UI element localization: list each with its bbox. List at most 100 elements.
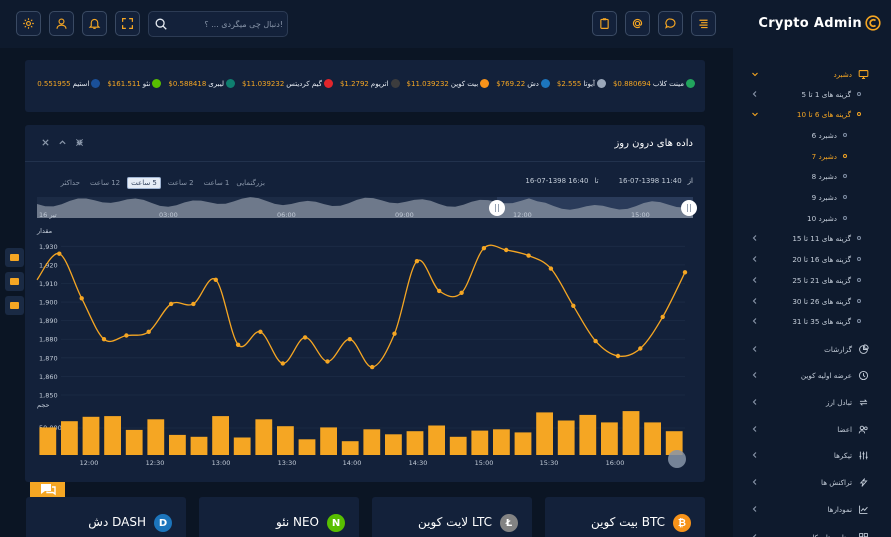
price-point <box>101 337 107 342</box>
sidebar-item-7[interactable]: دشبرد 9 <box>733 187 891 207</box>
volume-bar <box>82 416 100 455</box>
price-point <box>146 329 151 334</box>
message-icon <box>10 302 19 309</box>
ticker-item[interactable]: مینت کلاب $0.880694 <box>613 79 695 88</box>
ticker-coin-name: نئو <box>142 79 151 88</box>
brand[interactable]: Crypto Admin <box>758 13 881 33</box>
sidebar-item-19[interactable]: تراکنش ها <box>733 472 891 492</box>
side-tab-briefcase[interactable] <box>5 272 24 291</box>
sidebar-item-label: عرضه اولیه کوین <box>800 370 852 380</box>
navigator-handle-right <box>681 200 697 216</box>
chat-button[interactable] <box>658 11 683 36</box>
menu-toggle-button[interactable] <box>691 11 716 36</box>
sidebar-item-21[interactable]: برنامه های کاربردی <box>733 527 891 537</box>
sidebar-item-17[interactable]: اعضا <box>733 419 891 439</box>
chevron-left-icon <box>752 479 757 485</box>
volume-bar <box>579 414 597 455</box>
volume-bar <box>406 431 424 455</box>
sidebar-item-8[interactable]: دشبرد 10 <box>733 208 891 228</box>
coin-icon <box>390 79 400 88</box>
price-point <box>370 364 375 370</box>
sidebar-item-label: گزارشات <box>824 344 852 354</box>
sidebar-item-12[interactable]: گزینه های 26 تا 30 <box>733 291 891 311</box>
monitor-icon <box>858 69 869 79</box>
volume-bar <box>104 416 121 455</box>
sidebar-item-5[interactable]: دشبرد 7 <box>733 146 891 166</box>
sidebar-item-18[interactable]: تیکرها <box>733 445 891 465</box>
bullet-icon <box>843 174 847 178</box>
chevron-left-icon <box>752 399 757 405</box>
exchange-icon <box>859 398 868 406</box>
x-tick-label: 12:30 <box>146 459 165 467</box>
sidebar-item-20[interactable]: نمودارها <box>733 499 891 519</box>
settings-button[interactable] <box>16 11 41 36</box>
sidebar-item-label: گزینه های 16 تا 20 <box>792 254 851 264</box>
sidebar-item-13[interactable]: گزینه های 35 تا 31 <box>733 311 891 331</box>
ticker-item[interactable]: استیم 0.551955 <box>37 79 101 88</box>
ticker-coin-price: $161.511 <box>107 79 141 88</box>
search-input[interactable] <box>173 15 283 33</box>
user-button[interactable] <box>49 11 74 36</box>
ticker-item[interactable]: لیبری $0.588418 <box>168 79 235 88</box>
expand-icon <box>122 18 133 29</box>
y-tick-label: 1,880 <box>39 336 58 344</box>
fullscreen-button[interactable] <box>115 11 140 36</box>
price-point <box>437 288 442 294</box>
coin-card-title: دش DASH <box>88 515 146 529</box>
transactions-icon <box>859 477 868 487</box>
coin-stat-card[interactable]: D دش DASH <box>26 497 186 537</box>
ticker-coin-price: $0.880694 <box>612 79 651 88</box>
side-tab-chat[interactable] <box>5 296 24 315</box>
side-tab-wallet[interactable] <box>5 248 24 267</box>
ticker-item[interactable]: نئو $161.511 <box>107 79 162 88</box>
ticker-coin-name: گیم کردیتس <box>286 79 322 88</box>
price-point <box>504 247 509 253</box>
sidebar-item-16[interactable]: تبادل ارز <box>733 392 891 412</box>
coin-stat-card[interactable]: Ł لایت کوین LTC <box>372 497 532 537</box>
sidebar-item-label: تیکرها <box>833 450 852 460</box>
sidebar-item-3[interactable]: گزینه های 6 تا 10 <box>733 104 891 124</box>
ticker-item[interactable]: گیم کردیتس $11.039232 <box>242 79 333 88</box>
bullet-icon <box>857 278 861 282</box>
clipboard-button[interactable] <box>592 11 617 36</box>
sidebar-item-14[interactable]: گزارشات <box>733 339 891 359</box>
chevron-left-icon <box>752 506 757 512</box>
sidebar-item-10[interactable]: گزینه های 16 تا 20 <box>733 249 891 269</box>
ticker-row: مینت کلاب $0.880694 آیوتا $2.555 دش $769.22 بی… <box>37 79 695 88</box>
ticker-item[interactable]: آیوتا $2.555 <box>557 79 606 88</box>
coin-stat-card[interactable]: ₿ بیت کوین BTC <box>545 497 705 537</box>
sidebar-item-label: گزینه های 6 تا 10 <box>796 109 851 119</box>
sidebar-item-2[interactable]: گزینه های 1 تا 5 <box>733 84 891 104</box>
ticker-item[interactable]: اتریوم $1.2792 <box>340 79 400 88</box>
y-tick-label: 1,910 <box>39 280 58 288</box>
sidebar-item-label: دشبرد 9 <box>811 192 837 202</box>
sidebar-item-label: گزینه های 21 تا 25 <box>792 275 851 285</box>
ticker-item[interactable]: بیت کوین $11.039232 <box>407 79 490 88</box>
brand-logo-icon <box>865 15 881 31</box>
notifications-button[interactable] <box>82 11 107 36</box>
chart-icon <box>859 505 868 514</box>
ticker-item[interactable]: دش $769.22 <box>496 79 550 88</box>
volume-bar <box>449 436 467 455</box>
mail-button[interactable] <box>625 11 650 36</box>
bullet-icon <box>843 195 847 199</box>
sidebar-item-4[interactable]: دشبرد 6 <box>733 125 891 145</box>
sidebar-item-label: تبادل ارز <box>825 397 852 407</box>
sidebar-item-6[interactable]: دشبرد 8 <box>733 166 891 186</box>
sidebar-item-1[interactable]: دشبرد <box>733 64 891 84</box>
chevron-left-icon <box>752 534 757 537</box>
coin-stat-card[interactable]: N نئو NEO <box>199 497 359 537</box>
chevron-down-icon <box>752 72 758 77</box>
sidebar-item-11[interactable]: گزینه های 21 تا 25 <box>733 270 891 290</box>
volume-bar <box>622 411 640 455</box>
price-point <box>302 335 308 340</box>
chevron-down-icon <box>752 112 758 117</box>
navigator-handle-left <box>489 200 505 216</box>
sidebar-item-9[interactable]: گزینه های 11 تا 15 <box>733 228 891 248</box>
bullet-icon <box>843 216 847 220</box>
ticker-coin-price: 0.551955 <box>37 79 71 88</box>
search-icon[interactable] <box>154 17 168 31</box>
price-point <box>660 314 665 320</box>
sidebar-item-15[interactable]: عرضه اولیه کوین <box>733 365 891 385</box>
ticker-coin-name: لیبری <box>208 79 224 88</box>
